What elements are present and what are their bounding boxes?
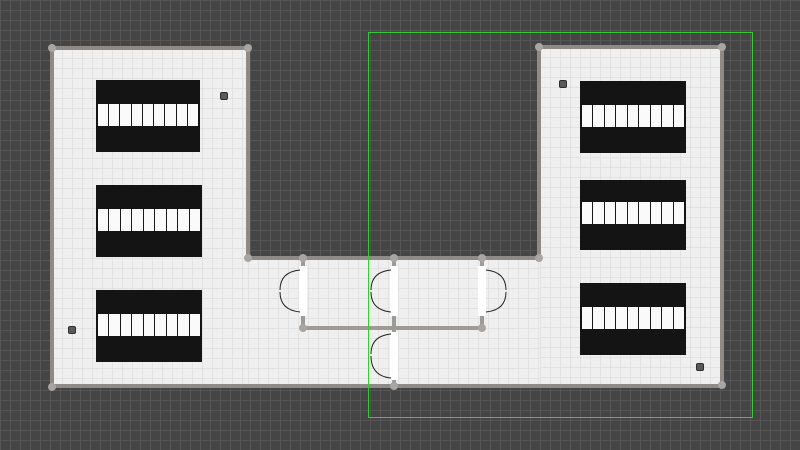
selection-rectangle[interactable] xyxy=(368,32,753,418)
floor-object[interactable] xyxy=(68,326,76,334)
wall-node[interactable] xyxy=(299,254,307,262)
wall-node[interactable] xyxy=(48,44,56,52)
wall-node[interactable] xyxy=(299,324,307,332)
table-seat-row xyxy=(98,209,200,231)
table-seat-row xyxy=(98,314,200,336)
table-seat-row xyxy=(98,104,198,126)
wall-node[interactable] xyxy=(244,254,252,262)
wall-node[interactable] xyxy=(244,44,252,52)
floor-plan-canvas[interactable] xyxy=(0,0,800,450)
table[interactable] xyxy=(96,185,202,257)
door-swing-1b xyxy=(279,291,301,313)
table[interactable] xyxy=(96,80,200,152)
table[interactable] xyxy=(96,290,202,362)
door-swing-1a xyxy=(279,269,301,291)
floor-object[interactable] xyxy=(220,92,228,100)
wall-node[interactable] xyxy=(48,383,56,391)
